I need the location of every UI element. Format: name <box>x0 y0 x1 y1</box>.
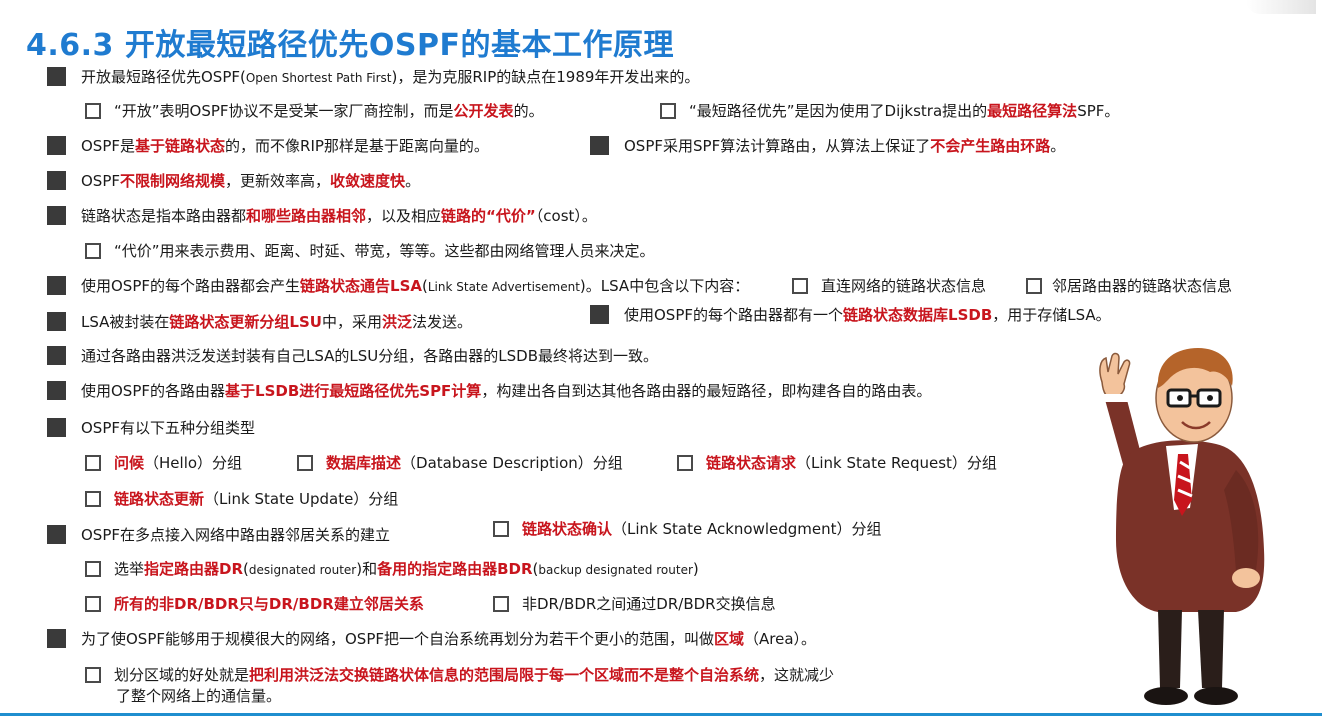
sub-cost-def: “代价”用来表示费用、距离、时延、带宽，等等。这些都由网络管理人员来决定。 <box>85 241 655 261</box>
square-bullet-icon <box>47 67 66 86</box>
bullet-multi-access: OSPF在多点接入网络中路由器邻居关系的建立 <box>47 525 390 545</box>
square-bullet-icon <box>47 276 66 295</box>
square-bullet-icon <box>47 629 66 648</box>
square-bullet-icon <box>590 136 609 155</box>
page-title: 4.6.3 开放最短路径优先OSPF的基本工作原理 <box>26 28 674 63</box>
packet-link-state-update: 链路状态更新（Link State Update）分组 <box>85 489 398 509</box>
bullet-spf-compute: 使用OSPF的各路由器基于LSDB进行最短路径优先SPF计算，构建出各自到达其他… <box>47 381 931 401</box>
bullet-packet-types: OSPF有以下五种分组类型 <box>47 418 255 438</box>
checkbox-icon <box>85 454 101 471</box>
square-bullet-icon <box>47 312 66 331</box>
packet-hello: 问候（Hello）分组 <box>85 453 242 473</box>
checkbox-icon <box>85 490 101 507</box>
checkbox-icon <box>85 242 101 259</box>
sub-non-dr-neighbors: 所有的非DR/BDR只与DR/BDR建立邻居关系 <box>85 594 424 614</box>
packet-database-description: 数据库描述（Database Description）分组 <box>297 453 623 473</box>
corner-glare <box>1246 0 1316 14</box>
sub-dr-election: 选举指定路由器DR(designated router)和备用的指定路由器BDR… <box>85 559 699 580</box>
sub-non-dr-exchange: 非DR/BDR之间通过DR/BDR交换信息 <box>493 594 776 614</box>
square-bullet-icon <box>47 525 66 544</box>
bullet-flooding: 通过各路由器洪泛发送封装有自己LSA的LSU分组，各路由器的LSDB最终将达到一… <box>47 346 658 366</box>
bullet-lsdb: 使用OSPF的每个路由器都有一个链路状态数据库LSDB，用于存储LSA。 <box>590 305 1111 325</box>
checkbox-icon <box>493 595 509 612</box>
bullet-areas: 为了使OSPF能够用于规模很大的网络，OSPF把一个自治系统再划分为若干个更小的… <box>47 629 816 649</box>
sub-direct-link-state: 直连网络的链路状态信息 <box>792 276 986 296</box>
checkbox-icon <box>660 102 676 119</box>
checkbox-icon <box>85 560 101 577</box>
checkbox-icon <box>85 102 101 119</box>
checkbox-icon <box>792 277 808 294</box>
square-bullet-icon <box>47 381 66 400</box>
sub-area-benefit-cont: 了整个网络上的通信量。 <box>116 687 282 705</box>
square-bullet-icon <box>47 418 66 437</box>
square-bullet-icon <box>47 171 66 190</box>
sub-neighbor-link-state: 邻居路由器的链路状态信息 <box>1026 276 1232 296</box>
bullet-link-state-def: 链路状态是指本路由器都和哪些路由器相邻，以及相应链路的“代价”（cost）。 <box>47 206 597 226</box>
cartoon-professor-illustration <box>1099 348 1265 705</box>
square-bullet-icon <box>47 206 66 225</box>
checkbox-icon <box>493 520 509 537</box>
bullet-link-state-based: OSPF是基于链路状态的，而不像RIP那样是基于距离向量的。 <box>47 136 489 156</box>
bullet-lsu: LSA被封装在链路状态更新分组LSU中，采用洪泛法发送。 <box>47 312 472 332</box>
checkbox-icon <box>85 666 101 683</box>
checkbox-icon <box>297 454 313 471</box>
checkbox-icon <box>1026 277 1042 294</box>
sub-open-meaning: “开放”表明OSPF协议不是受某一家厂商控制，而是公开发表的。 <box>85 101 544 121</box>
packet-link-state-request: 链路状态请求（Link State Request）分组 <box>677 453 997 473</box>
checkbox-icon <box>677 454 693 471</box>
checkbox-icon <box>85 595 101 612</box>
square-bullet-icon <box>47 346 66 365</box>
bullet-lsa: 使用OSPF的每个路由器都会产生链路状态通告LSA(Link State Adv… <box>47 276 749 297</box>
bullet-scale: OSPF不限制网络规模，更新效率高，收敛速度快。 <box>47 171 420 191</box>
sub-spf-meaning: “最短路径优先”是因为使用了Dijkstra提出的最短路径算法SPF。 <box>660 101 1119 121</box>
square-bullet-icon <box>590 305 609 324</box>
square-bullet-icon <box>47 136 66 155</box>
packet-link-state-ack: 链路状态确认（Link State Acknowledgment）分组 <box>493 519 882 539</box>
sub-area-benefit: 划分区域的好处就是把利用洪泛法交换链路状体信息的范围局限于每一个区域而不是整个自… <box>85 665 834 685</box>
bullet-no-loops: OSPF采用SPF算法计算路由，从算法上保证了不会产生路由环路。 <box>590 136 1065 156</box>
bullet-ospf-intro: 开放最短路径优先OSPF(Open Shortest Path First)，是… <box>47 67 699 88</box>
